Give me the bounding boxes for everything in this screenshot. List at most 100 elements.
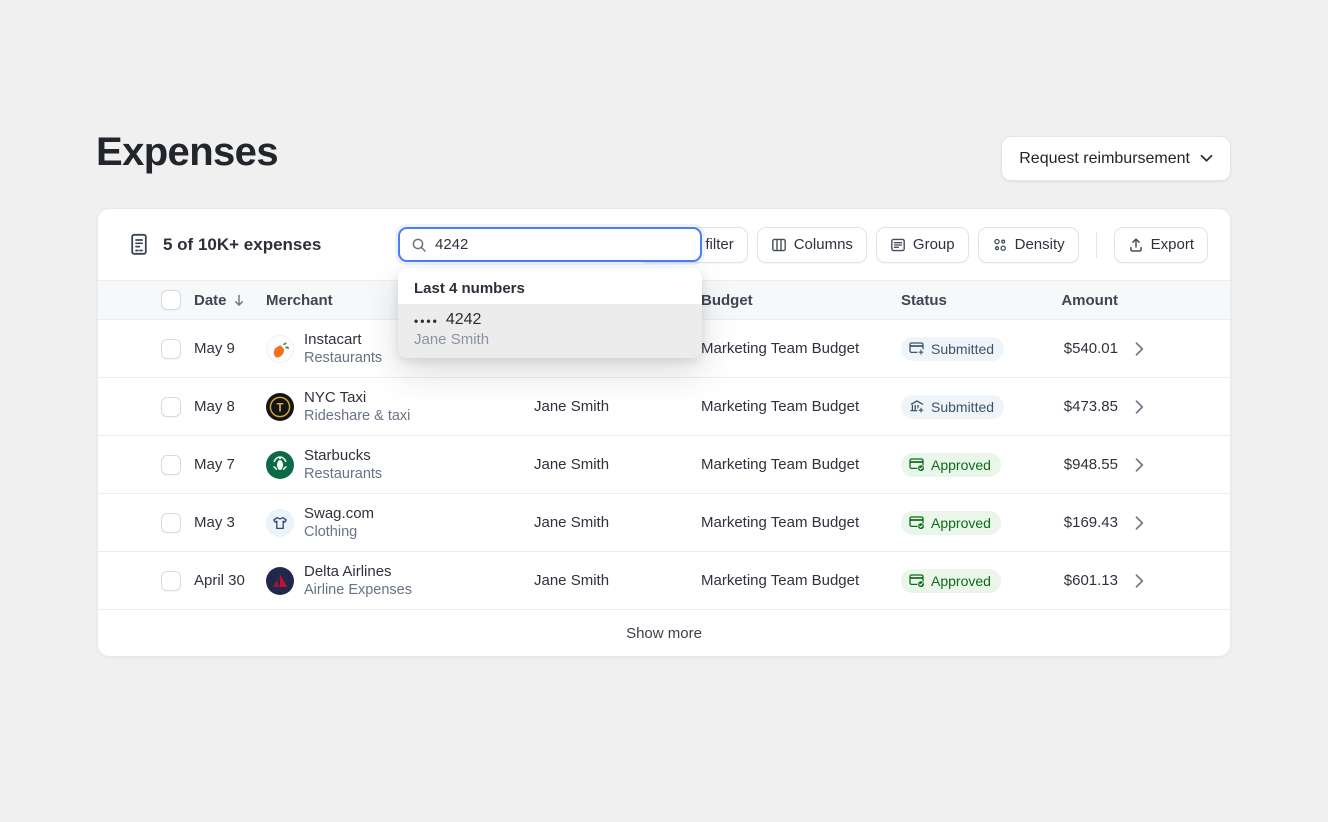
expense-row[interactable]: May 8 T NYC Taxi Rideshare & taxi Jane S…	[98, 378, 1230, 436]
expense-budget: Marketing Team Budget	[701, 398, 901, 415]
chevron-down-icon	[1200, 154, 1213, 163]
expense-row[interactable]: May 7 Starbucks Restaurants Jane Smith M…	[98, 436, 1230, 494]
density-label: Density	[1015, 236, 1065, 253]
columns-label: Columns	[794, 236, 853, 253]
expenses-page: Expenses Request reimbursement 5 of 10K+…	[0, 0, 1328, 822]
density-button[interactable]: Density	[978, 227, 1079, 263]
expense-row[interactable]: May 3 Swag.com Clothing Jane Smith Marke…	[98, 494, 1230, 552]
column-header-budget[interactable]: Budget	[701, 292, 901, 309]
expense-date: May 8	[194, 398, 266, 415]
dropdown-item-card[interactable]: •••• 4242 Jane Smith	[398, 304, 702, 358]
card-check-icon	[909, 573, 925, 588]
density-icon	[992, 237, 1008, 253]
expense-budget: Marketing Team Budget	[701, 456, 901, 473]
card-check-icon	[909, 515, 925, 530]
expenses-card: 5 of 10K+ expenses Add filter	[97, 208, 1231, 657]
starbucks-logo	[266, 451, 294, 479]
export-button[interactable]: Export	[1114, 227, 1208, 263]
expense-date: April 30	[194, 572, 266, 589]
expense-row[interactable]: April 30 Delta Airlines Airline Expenses…	[98, 552, 1230, 610]
export-icon	[1128, 237, 1144, 253]
expenses-count: 5 of 10K+ expenses	[163, 235, 321, 255]
chevron-right-icon	[1135, 342, 1144, 356]
status-label: Approved	[931, 457, 991, 473]
card-plus-icon	[909, 341, 925, 356]
bank-plus-icon	[909, 399, 925, 414]
expense-amount: $601.13	[1041, 572, 1118, 589]
group-icon	[890, 237, 906, 253]
expense-budget: Marketing Team Budget	[701, 514, 901, 531]
expense-amount: $948.55	[1041, 456, 1118, 473]
row-checkbox[interactable]	[161, 513, 181, 533]
column-header-date[interactable]: Date	[194, 292, 266, 309]
expense-person: Jane Smith	[534, 514, 701, 531]
merchant-name: NYC Taxi	[304, 388, 410, 407]
chevron-right-icon	[1135, 516, 1144, 530]
group-label: Group	[913, 236, 955, 253]
status-label: Submitted	[931, 341, 994, 357]
show-more-button[interactable]: Show more	[98, 610, 1230, 656]
masked-card-dots: ••••	[414, 314, 439, 328]
page-title: Expenses	[96, 130, 278, 175]
row-checkbox[interactable]	[161, 339, 181, 359]
receipt-icon	[129, 233, 149, 256]
card-check-icon	[909, 457, 925, 472]
request-reimbursement-label: Request reimbursement	[1019, 150, 1190, 168]
expense-person: Jane Smith	[534, 456, 701, 473]
merchant-name: Delta Airlines	[304, 562, 412, 581]
merchant-name: Swag.com	[304, 504, 374, 523]
card-last4: 4242	[446, 311, 482, 329]
dropdown-group-label: Last 4 numbers	[398, 268, 702, 304]
merchant-category: Clothing	[304, 523, 374, 542]
expense-person: Jane Smith	[534, 572, 701, 589]
column-header-status[interactable]: Status	[901, 292, 1041, 309]
columns-icon	[771, 237, 787, 253]
merchant-category: Rideshare & taxi	[304, 407, 410, 426]
request-reimbursement-button[interactable]: Request reimbursement	[1001, 136, 1231, 181]
merchant-category: Restaurants	[304, 349, 382, 368]
expense-date: May 3	[194, 514, 266, 531]
chevron-right-icon	[1135, 574, 1144, 588]
svg-text:T: T	[276, 402, 283, 414]
expense-person: Jane Smith	[534, 398, 701, 415]
search-input[interactable]	[435, 236, 689, 253]
chevron-right-icon	[1135, 458, 1144, 472]
toolbar-divider	[1096, 232, 1097, 258]
expense-amount: $473.85	[1041, 398, 1118, 415]
export-label: Export	[1151, 236, 1194, 253]
columns-button[interactable]: Columns	[757, 227, 867, 263]
sort-desc-icon	[233, 294, 245, 307]
status-label: Approved	[931, 573, 991, 589]
merchant-category: Restaurants	[304, 465, 382, 484]
chevron-right-icon	[1135, 400, 1144, 414]
nyc-taxi-logo: T	[266, 393, 294, 421]
merchant-name: Starbucks	[304, 446, 382, 465]
search-icon	[411, 237, 427, 253]
status-badge: Submitted	[901, 337, 1004, 361]
status-badge: Approved	[901, 453, 1001, 477]
swag-logo	[266, 509, 294, 537]
row-checkbox[interactable]	[161, 571, 181, 591]
row-checkbox[interactable]	[161, 455, 181, 475]
expense-budget: Marketing Team Budget	[701, 572, 901, 589]
expense-budget: Marketing Team Budget	[701, 340, 901, 357]
search-box[interactable]	[398, 227, 702, 262]
toolbar-buttons: Add filter Columns Group	[638, 227, 1208, 263]
expense-amount: $169.43	[1041, 514, 1118, 531]
delta-logo	[266, 567, 294, 595]
status-badge: Approved	[901, 511, 1001, 535]
instacart-logo	[266, 335, 294, 363]
merchant-category: Airline Expenses	[304, 581, 412, 600]
status-label: Approved	[931, 515, 991, 531]
expense-date: May 9	[194, 340, 266, 357]
column-header-amount[interactable]: Amount	[1041, 292, 1118, 309]
cardholder-name: Jane Smith	[414, 331, 686, 348]
expense-date: May 7	[194, 456, 266, 473]
row-checkbox[interactable]	[161, 397, 181, 417]
status-badge: Submitted	[901, 395, 1004, 419]
expense-amount: $540.01	[1041, 340, 1118, 357]
group-button[interactable]: Group	[876, 227, 969, 263]
select-all-checkbox[interactable]	[161, 290, 181, 310]
status-label: Submitted	[931, 399, 994, 415]
search-suggestions-dropdown: Last 4 numbers •••• 4242 Jane Smith	[398, 268, 702, 358]
